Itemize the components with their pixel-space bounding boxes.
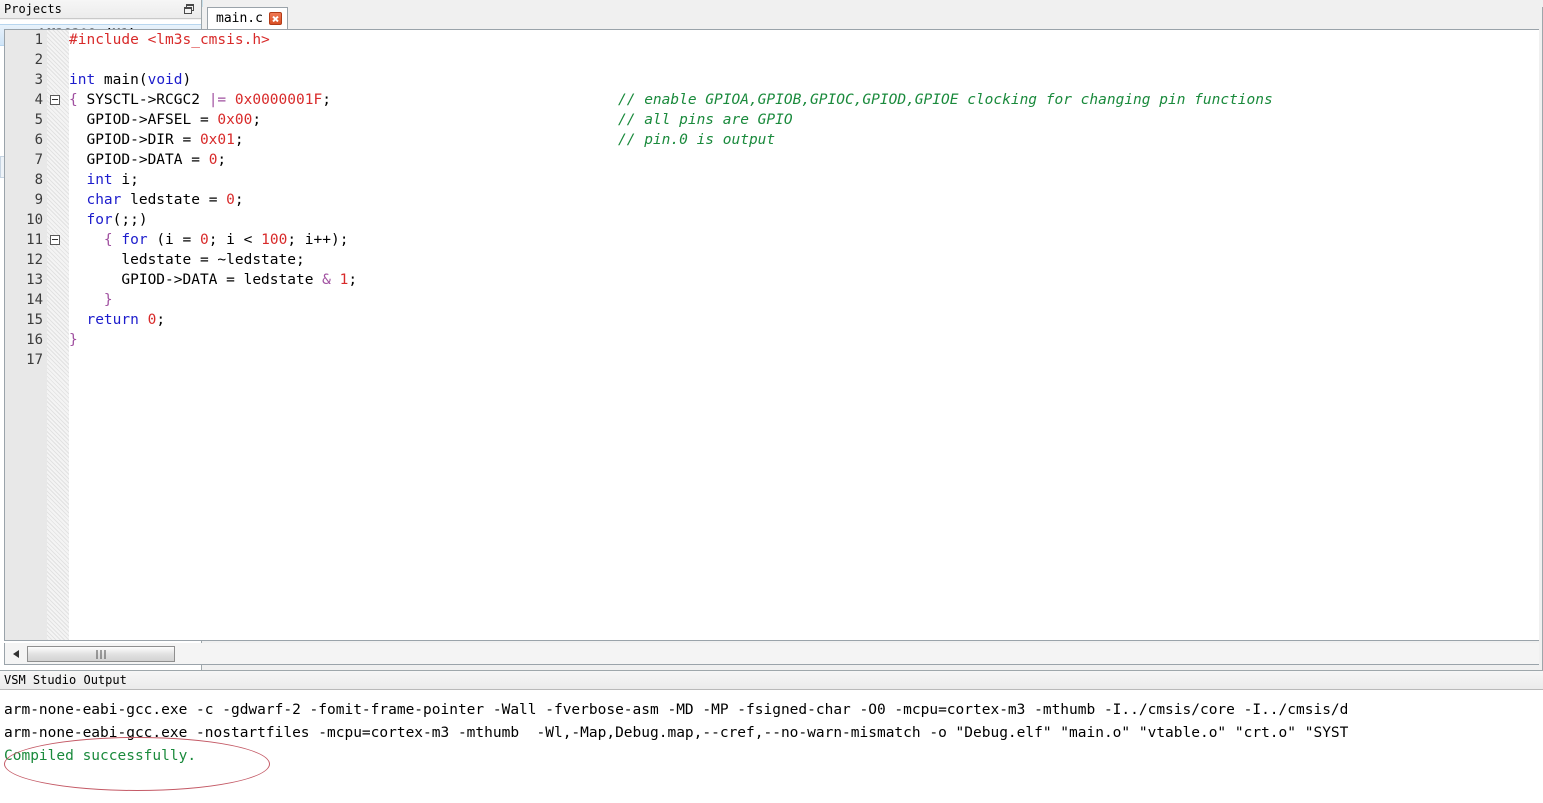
code-text: GPIOD->AFSEL = 0x00;: [69, 112, 262, 128]
code-line[interactable]: 2: [5, 50, 1539, 70]
code-text: { SYSCTL->RCGC2 |= 0x0000001F;: [69, 92, 331, 108]
code-comment: // enable GPIOA,GPIOB,GPIOC,GPIOD,GPIOE …: [618, 92, 1273, 108]
projects-panel-header: Projects: [0, 0, 201, 19]
line-number: 16: [26, 332, 43, 348]
line-number: 11: [26, 232, 43, 248]
code-editor[interactable]: 1 #include <lm3s_cmsis.h> 2 3 int main(void)…: [4, 29, 1539, 641]
line-number: 1: [34, 32, 43, 48]
code-text: GPIOD->DATA = 0;: [69, 152, 227, 168]
close-icon[interactable]: [268, 12, 282, 25]
code-line[interactable]: 17: [5, 350, 1539, 370]
output-panel-title: VSM Studio Output: [4, 673, 127, 687]
code-text: GPIOD->DATA = ledstate & 1;: [69, 272, 358, 288]
line-number: 8: [34, 172, 43, 188]
tab-label: main.c: [216, 11, 263, 26]
code-line[interactable]: 7 GPIOD->DATA = 0;: [5, 150, 1539, 170]
code-text: for(;;): [86, 212, 148, 228]
code-line[interactable]: 14 }: [5, 290, 1539, 310]
code-line[interactable]: 10 for(;;): [5, 210, 1539, 230]
line-number: 14: [26, 292, 43, 308]
line-number: 4: [34, 92, 43, 108]
tab-main-c[interactable]: main.c: [207, 7, 288, 29]
code-line[interactable]: 4 { SYSCTL->RCGC2 |= 0x0000001F; // enable…: [5, 90, 1539, 110]
code-text: #include <lm3s_cmsis.h>: [69, 32, 270, 48]
line-number: 5: [34, 112, 43, 128]
line-number: 9: [34, 192, 43, 208]
vsm-studio-window: Projects LM3S308 (U1)Source Filescmain.c…: [0, 0, 1543, 803]
output-command-line: arm-none-eabi-gcc.exe -nostartfiles -mcp…: [4, 725, 1349, 741]
output-command-line: arm-none-eabi-gcc.exe -c -gdwarf-2 -fomi…: [4, 702, 1349, 718]
scroll-grip-icon: [96, 649, 106, 659]
code-text: int main(void): [69, 72, 192, 88]
code-line[interactable]: 6 GPIOD->DIR = 0x01; // pin.0 is output: [5, 130, 1539, 150]
line-number: 17: [26, 352, 43, 368]
code-text: }: [103, 292, 113, 308]
code-line[interactable]: 5 GPIOD->AFSEL = 0x00; // all pins are GP…: [5, 110, 1539, 130]
code-line[interactable]: 1 #include <lm3s_cmsis.h>: [5, 30, 1539, 50]
code-comment: // all pins are GPIO: [618, 112, 793, 128]
line-number: 12: [26, 252, 43, 268]
scroll-left-arrow-icon[interactable]: [8, 646, 25, 662]
fold-collapse-icon[interactable]: [50, 95, 60, 105]
output-log[interactable]: arm-none-eabi-gcc.exe -c -gdwarf-2 -fomi…: [0, 691, 1543, 803]
code-content[interactable]: 1 #include <lm3s_cmsis.h> 2 3 int main(void)…: [5, 30, 1539, 640]
code-text: return 0;: [86, 312, 166, 328]
line-number: 13: [26, 272, 43, 288]
fold-collapse-icon[interactable]: [50, 235, 60, 245]
code-text: GPIOD->DIR = 0x01;: [69, 132, 244, 148]
line-number: 2: [34, 52, 43, 68]
output-panel-header: VSM Studio Output: [0, 671, 1543, 690]
output-panel: VSM Studio Output arm-none-eabi-gcc.exe …: [0, 670, 1543, 803]
code-line[interactable]: 3 int main(void): [5, 70, 1539, 90]
code-line[interactable]: 8 int i;: [5, 170, 1539, 190]
line-number: 3: [34, 72, 43, 88]
code-line[interactable]: 16}: [5, 330, 1539, 350]
code-line[interactable]: 12 ledstate = ~ledstate;: [5, 250, 1539, 270]
output-success-line: Compiled successfully.: [4, 748, 197, 764]
code-line[interactable]: 9 char ledstate = 0;: [5, 190, 1539, 210]
line-number: 7: [34, 152, 43, 168]
code-line[interactable]: 11 { for (i = 0; i < 100; i++);: [5, 230, 1539, 250]
code-comment: // pin.0 is output: [618, 132, 776, 148]
scrollbar-thumb[interactable]: [27, 645, 175, 662]
line-number: 10: [26, 212, 43, 228]
restore-icon[interactable]: [184, 4, 195, 15]
code-text: ledstate = ~ledstate;: [69, 252, 305, 268]
projects-panel-title: Projects: [4, 2, 62, 16]
code-text: char ledstate = 0;: [86, 192, 244, 208]
code-text: }: [69, 332, 78, 348]
line-number: 15: [26, 312, 43, 328]
code-line[interactable]: 13 GPIOD->DATA = ledstate & 1;: [5, 270, 1539, 290]
code-text: int i;: [86, 172, 139, 188]
editor-tabstrip: main.c: [203, 7, 1543, 29]
code-line[interactable]: 15 return 0;: [5, 310, 1539, 330]
code-text: { for (i = 0; i < 100; i++);: [103, 232, 349, 248]
editor-horizontal-scrollbar[interactable]: [4, 643, 1539, 665]
line-number: 6: [34, 132, 43, 148]
